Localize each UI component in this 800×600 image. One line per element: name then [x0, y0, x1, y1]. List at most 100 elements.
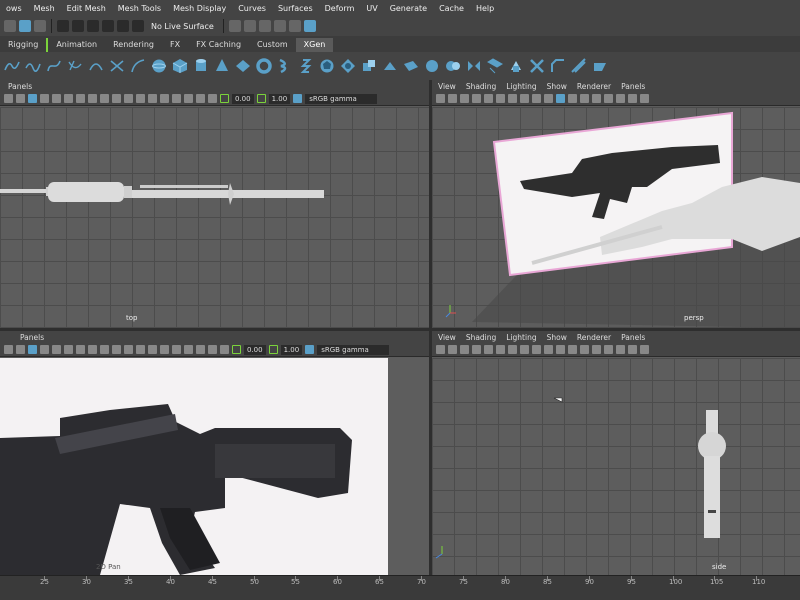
menu-panels[interactable]: Panels [20, 333, 44, 342]
boolean-icon[interactable] [445, 58, 461, 74]
menu-surfaces[interactable]: Surfaces [272, 4, 319, 13]
separate-icon[interactable] [382, 58, 398, 74]
lasso-tool-icon[interactable] [19, 20, 31, 32]
image-plane-icon[interactable] [40, 94, 49, 103]
film-gate-icon[interactable] [64, 94, 73, 103]
wireframe-icon[interactable] [568, 345, 577, 354]
hypershade-icon[interactable] [288, 20, 301, 32]
camera-icon[interactable] [436, 94, 445, 103]
torus-icon[interactable] [256, 58, 272, 74]
ep-curve-icon[interactable] [25, 58, 41, 74]
field-chart-icon[interactable] [532, 94, 541, 103]
pipe-icon[interactable] [277, 58, 293, 74]
viewport-persp[interactable]: View Shading Lighting Show Renderer Pane… [432, 80, 800, 328]
multi-cut-icon[interactable] [571, 58, 587, 74]
xray-icon[interactable] [628, 94, 637, 103]
isolate-icon[interactable] [640, 94, 649, 103]
gate-mask-icon[interactable] [520, 345, 529, 354]
hud-icon[interactable] [220, 345, 229, 354]
menu-cache[interactable]: Cache [433, 4, 470, 13]
wireframe-icon[interactable] [136, 345, 145, 354]
shadows-icon[interactable] [184, 94, 193, 103]
camera-icon[interactable] [4, 94, 13, 103]
shadows-icon[interactable] [616, 345, 625, 354]
lights-icon[interactable] [604, 94, 613, 103]
viewport-canvas[interactable]: 2D Pan [0, 358, 429, 575]
gate-mask-icon[interactable] [88, 94, 97, 103]
textured-icon[interactable] [160, 94, 169, 103]
bezier-curve-icon[interactable] [46, 58, 62, 74]
gate-mask-icon[interactable] [520, 94, 529, 103]
smooth-shade-icon[interactable] [148, 345, 157, 354]
menu-show[interactable]: Show [547, 82, 567, 91]
camera-attr-icon[interactable] [16, 345, 25, 354]
snap-point-icon[interactable] [87, 20, 99, 32]
lights-icon[interactable] [604, 345, 613, 354]
bookmark-icon[interactable] [28, 345, 37, 354]
shadows-icon[interactable] [616, 94, 625, 103]
grid-icon[interactable] [484, 345, 493, 354]
menu-windows[interactable]: ows [0, 4, 28, 13]
soccer-ball-icon[interactable] [319, 58, 335, 74]
tab-xgen[interactable]: XGen [295, 38, 334, 52]
exposure-field[interactable]: 0.00 [232, 93, 254, 104]
isolate-icon[interactable] [640, 345, 649, 354]
menu-mesh-display[interactable]: Mesh Display [167, 4, 232, 13]
menu-generate[interactable]: Generate [384, 4, 433, 13]
tab-rigging[interactable]: Rigging [0, 38, 49, 52]
menu-curves[interactable]: Curves [232, 4, 272, 13]
bridge-icon[interactable] [487, 58, 503, 74]
isolate-icon[interactable] [208, 345, 217, 354]
menu-show[interactable]: Show [547, 333, 567, 342]
safe-title-icon[interactable] [124, 94, 133, 103]
lights-icon[interactable] [172, 345, 181, 354]
textured-icon[interactable] [592, 345, 601, 354]
plane-icon[interactable] [235, 58, 251, 74]
target-weld-icon[interactable] [592, 58, 608, 74]
safe-action-icon[interactable] [544, 345, 553, 354]
viewport-canvas[interactable]: persp [432, 107, 800, 328]
camera-attr-icon[interactable] [16, 94, 25, 103]
field-chart-icon[interactable] [100, 94, 109, 103]
helix-icon[interactable] [298, 58, 314, 74]
tab-rendering[interactable]: Rendering [105, 38, 162, 52]
exposure-icon[interactable] [220, 94, 229, 103]
film-gate-icon[interactable] [64, 345, 73, 354]
cv-curve-icon[interactable] [4, 58, 20, 74]
menu-mesh[interactable]: Mesh [28, 4, 61, 13]
menu-uv[interactable]: UV [360, 4, 383, 13]
menu-shading[interactable]: Shading [466, 333, 496, 342]
cube-icon[interactable] [172, 58, 188, 74]
wireframe-icon[interactable] [136, 94, 145, 103]
viewport-canvas[interactable]: top [0, 107, 429, 328]
menu-edit-mesh[interactable]: Edit Mesh [61, 4, 112, 13]
render-frame-icon[interactable] [228, 20, 241, 32]
colorspace-dropdown[interactable]: sRGB gamma [305, 93, 378, 104]
safe-title-icon[interactable] [556, 94, 565, 103]
sphere-icon[interactable] [151, 58, 167, 74]
attach-curves-icon[interactable] [109, 58, 125, 74]
gamma-icon[interactable] [268, 345, 278, 354]
xray-icon[interactable] [196, 94, 205, 103]
textured-icon[interactable] [592, 94, 601, 103]
textured-icon[interactable] [160, 345, 169, 354]
menu-mesh-tools[interactable]: Mesh Tools [112, 4, 167, 13]
xray-icon[interactable] [196, 345, 205, 354]
gamma-field[interactable]: 1.00 [280, 344, 303, 355]
select-tool-icon[interactable] [4, 20, 16, 32]
menu-help[interactable]: Help [470, 4, 500, 13]
safe-action-icon[interactable] [544, 94, 553, 103]
render-settings-icon[interactable] [273, 20, 286, 32]
bookmark-icon[interactable] [28, 94, 37, 103]
viewport-top[interactable]: Panels 0.00 1.00 sRGB gamma top [0, 80, 429, 328]
film-gate-icon[interactable] [496, 345, 505, 354]
menu-deform[interactable]: Deform [319, 4, 361, 13]
menu-panels[interactable]: Panels [8, 82, 32, 91]
safe-action-icon[interactable] [112, 94, 121, 103]
lights-icon[interactable] [172, 94, 181, 103]
tab-fx-caching[interactable]: FX Caching [188, 38, 249, 52]
tab-fx[interactable]: FX [162, 38, 188, 52]
menu-view[interactable]: View [438, 82, 456, 91]
menu-renderer[interactable]: Renderer [577, 333, 611, 342]
smooth-shade-icon[interactable] [580, 345, 589, 354]
